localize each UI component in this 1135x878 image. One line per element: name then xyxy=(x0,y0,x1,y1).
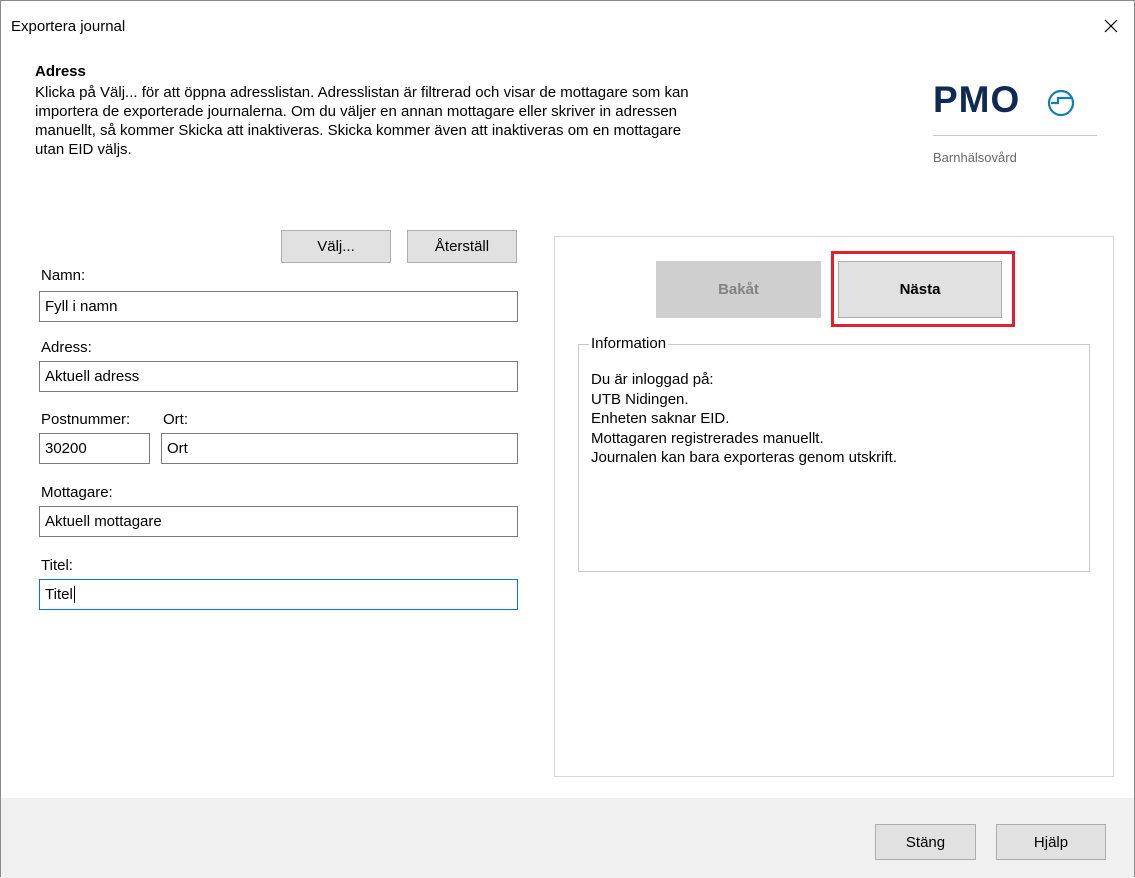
window-title: Exportera journal xyxy=(11,18,126,35)
pmo-logo: PMO Barnhälsovård xyxy=(931,79,1101,189)
close-icon xyxy=(1104,19,1118,33)
information-text: Du är inloggad på: UTB Nidingen. Enheten… xyxy=(591,370,897,468)
address-field[interactable]: Aktuell adress xyxy=(39,361,518,392)
export-journal-dialog: Exportera journal Adress Klicka på Välj.… xyxy=(0,0,1135,878)
postal-code-field[interactable]: 30200 xyxy=(39,433,150,464)
pmo-symbol-icon xyxy=(1047,89,1075,117)
back-button[interactable]: Bakåt xyxy=(656,261,821,318)
reset-button[interactable]: Återställ xyxy=(407,230,517,263)
help-button[interactable]: Hjälp xyxy=(996,824,1106,860)
description-line: manuellt, så kommer Skicka att inaktiver… xyxy=(35,122,682,139)
close-button[interactable]: Stäng xyxy=(875,824,976,860)
name-label: Namn: xyxy=(41,267,86,284)
description-line: utan EID väljs. xyxy=(35,141,132,158)
postal-code-value: 30200 xyxy=(45,440,87,457)
recipient-field[interactable]: Aktuell mottagare xyxy=(39,506,518,537)
postal-code-label: Postnummer: xyxy=(41,411,131,428)
title-bar: Exportera journal xyxy=(1,1,1134,41)
recipient-value: Aktuell mottagare xyxy=(45,513,162,530)
info-line: Journalen kan bara exporteras genom utsk… xyxy=(591,449,897,466)
city-label: Ort: xyxy=(163,411,188,428)
logo-divider xyxy=(933,135,1097,136)
name-value: Fyll i namn xyxy=(45,298,118,315)
address-value: Aktuell adress xyxy=(45,368,140,385)
info-line: Mottagaren registrerades manuellt. xyxy=(591,429,824,447)
description-line: importera de exporterade journalerna. Om… xyxy=(35,103,678,120)
description-line: Klicka på Välj... för att öppna adressli… xyxy=(35,84,689,101)
information-legend: Information xyxy=(589,335,669,352)
choose-button[interactable]: Välj... xyxy=(281,230,391,263)
info-line: UTB Nidingen. xyxy=(591,390,689,408)
section-description: Klicka på Välj... för att öppna adressli… xyxy=(35,83,825,159)
city-value: Ort xyxy=(167,440,188,457)
logo-text: PMO xyxy=(933,79,1021,120)
recipient-label: Mottagare: xyxy=(41,484,113,501)
address-label: Adress: xyxy=(41,339,92,356)
info-line: Enheten saknar EID. xyxy=(591,410,730,427)
section-heading: Adress xyxy=(35,63,86,80)
name-field[interactable]: Fyll i namn xyxy=(39,291,518,322)
title-label: Titel: xyxy=(41,557,73,574)
next-button-highlight xyxy=(831,251,1015,327)
text-caret xyxy=(73,586,75,603)
close-window-button[interactable] xyxy=(1098,13,1124,39)
logo-subtitle: Barnhälsovård xyxy=(933,150,1017,165)
info-line: Du är inloggad på: xyxy=(591,371,714,388)
city-field[interactable]: Ort xyxy=(161,433,518,464)
title-value: Titel xyxy=(45,586,73,603)
title-field[interactable]: Titel xyxy=(39,579,518,610)
